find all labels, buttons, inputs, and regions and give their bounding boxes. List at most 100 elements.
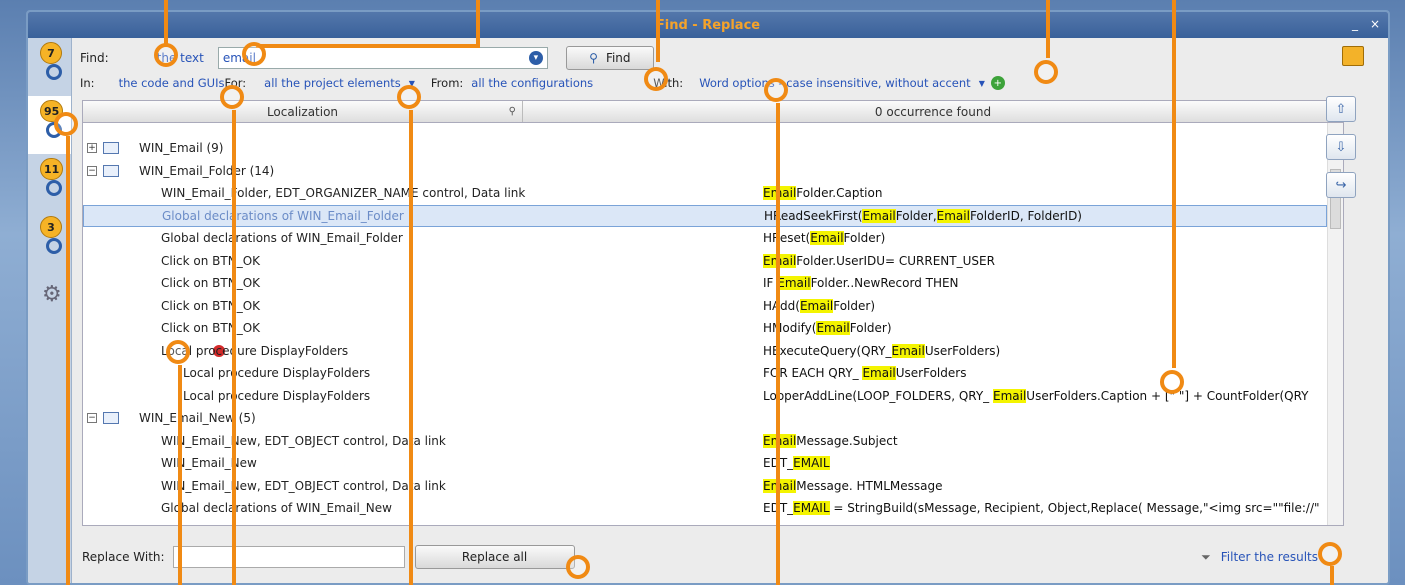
callout-marker: [764, 78, 788, 102]
with-options-link[interactable]: Word options - case insensitive, without…: [699, 76, 971, 90]
table-row[interactable]: Click on BTN_OK HAdd(EmailFolder): [83, 295, 1327, 318]
table-row[interactable]: − WIN_Email_New (5): [83, 407, 1327, 430]
code-cell: IF EmailFolder..NewRecord THEN: [763, 276, 959, 291]
callout-marker: [1318, 542, 1342, 566]
column-localization[interactable]: Localization ⚲: [83, 101, 523, 122]
callout-line: [164, 0, 168, 44]
callout-marker: [397, 85, 421, 109]
code-cell: EDT_EMAIL: [763, 456, 830, 471]
column-header-label: Localization: [266, 104, 339, 119]
table-row[interactable]: Click on BTN_OK EmailFolder.UserIDU= CURR…: [83, 250, 1327, 273]
callout-marker: [54, 112, 78, 136]
search-icon: ⚲: [589, 51, 598, 65]
search-icon: [46, 180, 62, 196]
filter-results-link[interactable]: Filter the results: [1221, 550, 1318, 564]
add-option-icon[interactable]: +: [990, 76, 1005, 90]
code-cell: HReset(EmailFolder): [763, 231, 886, 246]
localization-label: Global declarations of WIN_Email_Folder: [161, 231, 403, 246]
callout-marker: [166, 340, 190, 364]
minimize-button[interactable]: _: [1352, 17, 1358, 31]
table-row[interactable]: Click on BTN_OK HModify(EmailFolder): [83, 317, 1327, 340]
callout-line: [66, 136, 70, 585]
localization-label: Click on BTN_OK: [161, 321, 261, 336]
localization-label: WIN_Email (9): [139, 141, 224, 156]
localization-label: Click on BTN_OK: [161, 253, 261, 268]
title-bar[interactable]: Find - Replace _ ×: [28, 12, 1388, 38]
table-row[interactable]: + WIN_Email (9): [83, 137, 1327, 160]
code-cell: HModify(EmailFolder): [763, 321, 892, 336]
callout-line: [1330, 566, 1334, 585]
callout-marker: [220, 85, 244, 109]
table-row[interactable]: − WIN_Email_Folder (14): [83, 160, 1327, 183]
localization-cell: Click on BTN_OK: [83, 321, 763, 335]
table-row[interactable]: Global declarations of WIN_Email_Folder H…: [83, 227, 1327, 250]
table-row[interactable]: Local procedure DisplayFolders LooperAddL…: [83, 385, 1327, 408]
replace-all-label: Replace all: [461, 550, 528, 564]
collapse-icon[interactable]: −: [87, 413, 97, 424]
for-elements-link[interactable]: all the project elements: [264, 76, 401, 90]
expand-icon[interactable]: +: [87, 143, 97, 154]
lock-icon[interactable]: [1342, 46, 1364, 66]
count-badge: 7: [40, 42, 62, 64]
from-label: From:: [430, 76, 464, 90]
next-result-button[interactable]: ⇩: [1326, 134, 1356, 160]
sidebar-tab-3[interactable]: 11: [28, 154, 71, 212]
code-cell: EmailFolder.Caption: [763, 186, 1327, 201]
collapse-icon[interactable]: −: [87, 165, 97, 176]
callout-marker: [154, 43, 178, 67]
sidebar-tab-1[interactable]: 7: [28, 38, 71, 96]
sidebar-tab-4[interactable]: 3: [28, 212, 71, 270]
chevron-down-icon[interactable]: ▼: [979, 79, 985, 88]
localization-label: Local procedure DisplayFolders: [183, 366, 371, 381]
code-cell: LooperAddLine(LOOP_FOLDERS, QRY_ EmailUs…: [763, 388, 1309, 403]
localization-cell: Local procedure DisplayFolders: [83, 389, 763, 403]
table-row[interactable]: WIN_Email_New, EDT_OBJECT control, Data …: [83, 430, 1327, 453]
find-button[interactable]: ⚲ Find: [565, 46, 654, 70]
callout-line: [1046, 0, 1050, 58]
callout-marker: [1034, 60, 1058, 84]
code-cell: EDT_EMAIL = StringBuild(sMessage, Recipi…: [763, 501, 1320, 516]
callout-line: [476, 0, 480, 44]
localization-cell: Global declarations of WIN_Email_New: [83, 501, 763, 515]
search-icon[interactable]: ⚲: [509, 106, 516, 117]
callout-line: [776, 103, 780, 585]
table-row[interactable]: WIN_Email_Folder, EDT_ORGANIZER_NAME con…: [83, 182, 1327, 205]
table-row[interactable]: WIN_Email_New, EDT_OBJECT control, Data …: [83, 475, 1327, 498]
previous-result-button[interactable]: ⇧: [1326, 96, 1356, 122]
localization-label: WIN_Email_New, EDT_OBJECT control, Data …: [161, 433, 446, 448]
localization-cell: WIN_Email_New: [83, 456, 763, 470]
table-row[interactable]: Global declarations of WIN_Email_Folder H…: [83, 204, 1327, 227]
table-row[interactable]: Local procedure DisplayFolders HExecuteQu…: [83, 340, 1327, 363]
from-config-link[interactable]: all the configurations: [471, 76, 593, 90]
localization-label: Click on BTN_OK: [161, 276, 261, 291]
table-row[interactable]: Click on BTN_OK IF EmailFolder..NewRecord…: [83, 272, 1327, 295]
column-header-label: 0 occurrence found: [874, 104, 992, 119]
localization-label: Click on BTN_OK: [161, 298, 261, 313]
localization-label: WIN_Email_New: [161, 456, 257, 471]
history-icon[interactable]: ▾: [528, 51, 543, 65]
code-cell: HExecuteQuery(QRY_EmailUserFolders): [763, 343, 1001, 358]
code-cell: HAdd(EmailFolder): [763, 298, 875, 313]
filter-results[interactable]: ⏷ Filter the results: [1201, 550, 1318, 565]
column-occurrences[interactable]: 0 occurrence found ⚲: [523, 101, 1343, 122]
callout-line: [178, 365, 182, 585]
localization-label: Global declarations of WIN_Email_Folder: [162, 208, 404, 223]
window-title: Find - Replace: [655, 17, 761, 33]
table-row[interactable]: WIN_Email_New EDT_EMAIL: [83, 452, 1327, 475]
callout-line: [256, 44, 480, 48]
localization-cell: Click on BTN_OK: [83, 276, 763, 290]
localization-cell: WIN_Email_New, EDT_OBJECT control, Data …: [83, 479, 763, 493]
replace-input[interactable]: [172, 546, 405, 568]
close-button[interactable]: ×: [1370, 17, 1380, 31]
search-icon: [46, 64, 62, 80]
replace-all-button[interactable]: Replace all: [414, 545, 575, 569]
callout-marker: [242, 42, 266, 66]
table-row[interactable]: Global declarations of WIN_Email_New EDT_…: [83, 497, 1327, 520]
find-input[interactable]: email ▾: [217, 47, 548, 69]
localization-label: WIN_Email_New (5): [139, 411, 256, 426]
go-to-code-button[interactable]: ↪: [1326, 172, 1356, 198]
sidebar-tab-5[interactable]: ⚙: [28, 270, 71, 328]
table-row[interactable]: Local procedure DisplayFolders FOR EACH Q…: [83, 362, 1327, 385]
callout-line: [1172, 0, 1176, 368]
in-scope-link[interactable]: the code and GUIs: [119, 76, 225, 90]
